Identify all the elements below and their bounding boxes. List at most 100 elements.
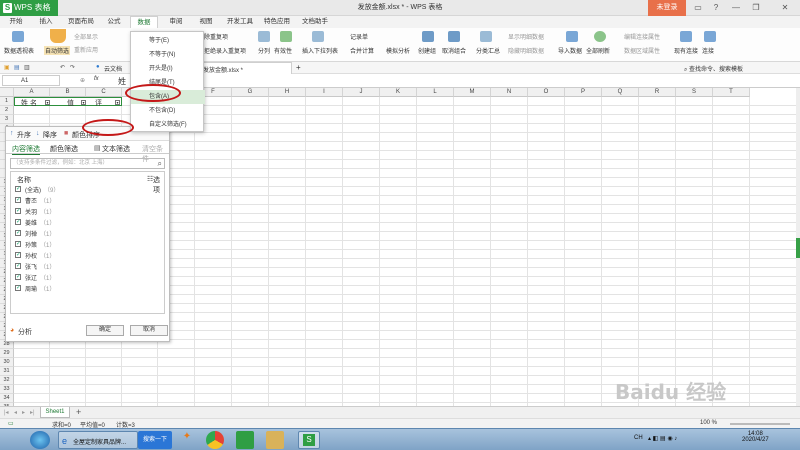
tab-insert[interactable]: 插入 [34, 16, 58, 28]
column-header-s[interactable]: S [676, 88, 713, 97]
create-group-button[interactable]: 创建组 [418, 46, 436, 55]
column-header-t[interactable]: T [713, 88, 750, 97]
text-filter-option-0[interactable]: 等于(E) [131, 34, 205, 48]
new-tab-button[interactable]: + [296, 63, 301, 72]
list-item[interactable]: 孙策 （1） [25, 240, 55, 249]
list-item[interactable]: 张飞 （1） [25, 262, 55, 271]
filter-search-input[interactable]: （支持多条件过滤，例如：北京 上海） ⌕ [10, 158, 165, 169]
ungroup-button[interactable]: 取消组合 [442, 46, 466, 55]
column-header-h[interactable]: H [269, 88, 306, 97]
reapply-button[interactable]: 重新应用 [74, 45, 98, 54]
row-header-31[interactable]: 31 [0, 367, 14, 376]
analyze-button[interactable]: 分析 [18, 327, 32, 337]
column-header-i[interactable]: I [306, 88, 343, 97]
reject-duplicates-button[interactable]: 拒绝录入重复项 [204, 46, 246, 55]
start-button[interactable] [30, 431, 50, 449]
tab-view[interactable]: 视图 [194, 16, 218, 28]
data-area-button[interactable]: 数据区域属性 [624, 46, 660, 55]
taskbar-ie-window[interactable]: e 全屋定制家具品牌... [58, 431, 138, 449]
zoom-cell-icon[interactable]: ⊕ [80, 77, 85, 84]
column-header-j[interactable]: J [343, 88, 380, 97]
insert-dropdown-button[interactable]: 插入下拉列表 [302, 46, 338, 55]
filter-arrow-b[interactable]: ▾ [81, 100, 86, 105]
options-button[interactable]: 选项 [153, 175, 164, 195]
skin-icon[interactable]: ▭ [690, 0, 706, 16]
list-item[interactable]: 周瑜 （1） [25, 284, 55, 293]
tab-content-filter[interactable]: 内容筛选 [12, 144, 40, 155]
list-item[interactable]: 姜维 （1） [25, 218, 55, 227]
column-header-b[interactable]: B [50, 88, 86, 97]
show-all-button[interactable]: 全部显示 [74, 32, 98, 41]
minimize-button[interactable]: — [728, 0, 744, 16]
import-data-button[interactable]: 导入数据 [558, 46, 582, 55]
redo-icon[interactable]: ↷ [70, 64, 75, 71]
add-sheet-button[interactable]: + [76, 407, 81, 417]
prev-sheet-icon[interactable]: ◂ [14, 409, 17, 416]
restore-button[interactable]: ❐ [748, 0, 764, 16]
checkbox-1[interactable]: ✓ [15, 197, 21, 203]
filter-arrow-c[interactable]: ▾ [115, 100, 120, 105]
record-form-button[interactable]: 记录单 [350, 32, 368, 41]
checkbox-3[interactable]: ✓ [15, 219, 21, 225]
show-detail-button[interactable]: 显示明细数据 [508, 32, 544, 41]
zoom-slider[interactable] [730, 423, 790, 425]
vertical-scrollbar[interactable] [796, 88, 800, 406]
existing-connection-button[interactable]: 现有连接 [674, 46, 698, 55]
list-item[interactable]: 孙权 （1） [25, 251, 55, 260]
last-sheet-icon[interactable]: ▸| [30, 409, 35, 416]
taskbar-wps[interactable]: S [298, 431, 320, 449]
column-header-p[interactable]: P [565, 88, 602, 97]
column-header-k[interactable]: K [380, 88, 417, 97]
search-button[interactable]: 搜索一下 [138, 431, 172, 449]
checkbox-2[interactable]: ✓ [15, 208, 21, 214]
open-icon[interactable]: ▣ [4, 64, 10, 71]
text-filter-option-5[interactable]: 不包含(D) [131, 104, 205, 118]
tab-formula[interactable]: 公式 [102, 16, 126, 28]
list-item[interactable]: (全选) （9） [25, 185, 59, 194]
tab-text-filter[interactable]: 文本筛选 [102, 144, 130, 154]
row-header-32[interactable]: 32 [0, 376, 14, 385]
cloud-doc-button[interactable]: 云文档 [104, 64, 122, 73]
column-header-r[interactable]: R [639, 88, 676, 97]
scroll-thumb[interactable] [796, 238, 800, 258]
list-item[interactable]: 关羽 （1） [25, 207, 55, 216]
text-filter-option-6[interactable]: 自定义筛选(F) [131, 118, 205, 132]
folder-icon[interactable] [266, 431, 284, 449]
tab-review[interactable]: 审阅 [164, 16, 188, 28]
name-box[interactable]: A1 [2, 75, 60, 86]
select-all-corner[interactable] [0, 88, 14, 97]
header-cell-value[interactable]: 值 [67, 98, 74, 108]
row-header-33[interactable]: 33 [0, 385, 14, 394]
tab-developer[interactable]: 开发工具 [224, 16, 256, 28]
close-button[interactable]: ✕ [770, 0, 800, 16]
tab-page-layout[interactable]: 页面布局 [64, 16, 98, 28]
header-cell-name[interactable]: 姓 名 [21, 98, 37, 108]
formula-input[interactable]: 姓 [118, 76, 126, 87]
highlight-duplicates-button[interactable]: 除重复项 [204, 32, 228, 41]
autofilter-button[interactable]: 自动筛选 [44, 46, 71, 55]
list-item[interactable]: 张辽 （1） [25, 273, 55, 282]
tray-icons[interactable]: ▴ ◧ ▤ ◉ ♪ [648, 435, 677, 442]
pivot-table-button[interactable]: 数据透视表 [4, 46, 34, 55]
header-cell-review[interactable]: 评 [95, 98, 102, 108]
row-header-1[interactable]: 1 [0, 97, 14, 106]
column-header-g[interactable]: G [232, 88, 269, 97]
column-header-a[interactable]: A [14, 88, 50, 97]
row-header-34[interactable]: 34 [0, 394, 14, 403]
sheet-tab[interactable]: Sheet1 [40, 407, 70, 418]
sort-desc-button[interactable]: 降序 [43, 130, 57, 140]
column-header-n[interactable]: N [491, 88, 528, 97]
checkbox-0[interactable]: ✓ [15, 186, 21, 192]
validity-button[interactable]: 有效性 [274, 46, 292, 55]
text-filter-option-1[interactable]: 不等于(N) [131, 48, 205, 62]
cancel-button[interactable]: 取消 [130, 325, 168, 336]
edit-link-button[interactable]: 编辑连接属性 [624, 32, 660, 41]
help-icon[interactable]: ? [708, 0, 724, 16]
chrome-icon[interactable] [206, 431, 224, 449]
tab-home[interactable]: 开始 [4, 16, 28, 28]
login-button[interactable]: 未登录 [648, 0, 686, 16]
tab-doc-assistant[interactable]: 文档助手 [298, 16, 332, 28]
hide-detail-button[interactable]: 隐藏明细数据 [508, 46, 544, 55]
row-header-3[interactable]: 3 [0, 115, 14, 124]
column-header-l[interactable]: L [417, 88, 454, 97]
